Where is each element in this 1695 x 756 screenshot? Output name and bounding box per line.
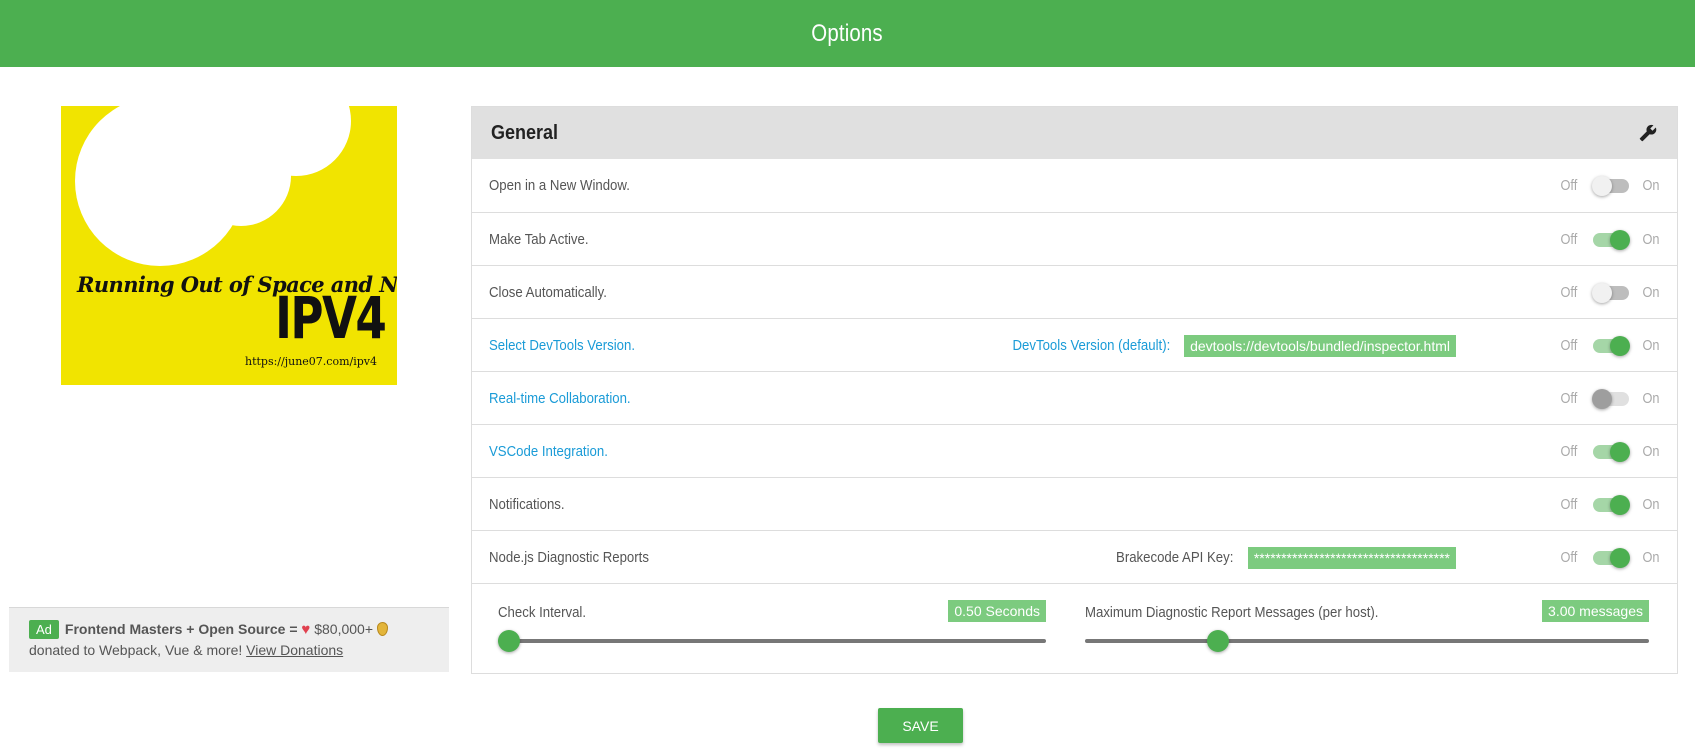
option-row: Node.js Diagnostic Reports Brakecode API … <box>472 530 1677 583</box>
toggle-group: Off On <box>1559 372 1661 425</box>
toggle-group: Off On <box>1559 425 1661 478</box>
page-title: Options <box>811 19 884 47</box>
on-label: On <box>1642 284 1660 301</box>
ad-image[interactable]: Running Out of Space and Need IPV4 https… <box>61 106 397 385</box>
toggle-group: Off On <box>1559 478 1661 531</box>
view-donations-link[interactable]: View Donations <box>246 642 343 658</box>
field-label: Brakecode API Key: <box>1116 549 1234 566</box>
option-row: Close Automatically. Off On <box>472 265 1677 318</box>
toggle-switch[interactable] <box>1591 175 1629 196</box>
off-label: Off <box>1560 231 1578 248</box>
option-row: Select DevTools Version. DevTools Version… <box>472 318 1677 371</box>
ad-amount: $80,000+ <box>314 621 374 637</box>
on-label: On <box>1642 337 1660 354</box>
option-label: Make Tab Active. <box>489 230 589 248</box>
toggle-switch[interactable] <box>1592 494 1630 515</box>
medal-icon <box>376 622 388 636</box>
toggle-group: Off On <box>1559 159 1661 212</box>
toggle-knob[interactable] <box>1609 494 1630 515</box>
option-label[interactable]: Real-time Collaboration. <box>489 390 631 407</box>
toggle-knob[interactable] <box>1591 175 1612 196</box>
on-label: On <box>1642 549 1660 566</box>
off-label: Off <box>1560 177 1578 194</box>
field-value[interactable]: ************************************ <box>1247 546 1456 569</box>
toggle-knob[interactable] <box>1609 229 1630 250</box>
on-label: On <box>1642 390 1660 407</box>
off-label: Off <box>1560 443 1578 460</box>
toggle-switch[interactable] <box>1591 388 1629 409</box>
sliders-row: Check Interval. 0.50 Seconds Maximum Dia… <box>472 583 1677 669</box>
toggle-knob[interactable] <box>1609 335 1630 356</box>
off-label: Off <box>1560 390 1578 407</box>
toggle-switch[interactable] <box>1592 229 1630 250</box>
toggle-group: Off On <box>1559 266 1661 319</box>
on-label: On <box>1642 496 1660 513</box>
save-button[interactable]: SAVE <box>878 708 963 743</box>
ad-banner: Ad Frontend Masters + Open Source = ♥ $80… <box>9 607 449 672</box>
toggle-knob[interactable] <box>1591 388 1612 409</box>
slider-label: Check Interval. <box>498 604 587 621</box>
toggle-switch[interactable] <box>1592 441 1630 462</box>
option-field: DevTools Version (default): devtools://de… <box>991 319 1456 372</box>
option-row: VSCode Integration. Off On <box>472 424 1677 477</box>
toggle-switch[interactable] <box>1592 547 1630 568</box>
option-row: Make Tab Active. Off On <box>472 212 1677 265</box>
ad-rest-text: donated to Webpack, Vue & more! <box>29 642 243 658</box>
option-label: Node.js Diagnostic Reports <box>489 548 649 566</box>
slider-handle[interactable] <box>1206 630 1229 652</box>
off-label: Off <box>1560 549 1578 566</box>
wrench-icon[interactable] <box>1639 124 1657 142</box>
option-row: Real-time Collaboration. Off On <box>472 371 1677 424</box>
toggle-switch[interactable] <box>1591 282 1629 303</box>
panel-header: General <box>472 107 1677 159</box>
toggle-group: Off On <box>1559 213 1661 266</box>
option-label[interactable]: VSCode Integration. <box>489 443 608 460</box>
off-label: Off <box>1560 496 1578 513</box>
option-field: Brakecode API Key: **********************… <box>1100 531 1456 584</box>
field-label[interactable]: DevTools Version (default): <box>1012 337 1170 354</box>
ad-url: https://june07.com/ipv4 <box>244 355 377 368</box>
toggle-knob[interactable] <box>1591 282 1612 303</box>
slider-track[interactable] <box>498 639 1046 643</box>
on-label: On <box>1642 443 1660 460</box>
option-label[interactable]: Select DevTools Version. <box>489 337 635 354</box>
ad-big-text: IPV4 <box>274 284 387 352</box>
slider-value: 0.50 Seconds <box>948 600 1046 622</box>
toggle-knob[interactable] <box>1609 547 1630 568</box>
top-bar: Options <box>0 0 1695 67</box>
slider-handle[interactable] <box>498 630 520 652</box>
on-label: On <box>1642 231 1660 248</box>
option-label: Close Automatically. <box>489 283 607 301</box>
option-label: Open in a New Window. <box>489 177 630 194</box>
slider-track[interactable] <box>1085 639 1649 643</box>
slider-label: Maximum Diagnostic Report Messages (per … <box>1085 604 1379 621</box>
toggle-group: Off On <box>1559 319 1661 372</box>
slider-value: 3.00 messages <box>1542 600 1649 622</box>
on-label: On <box>1642 177 1660 194</box>
ad-strong-text: Frontend Masters + Open Source = <box>64 621 298 637</box>
heart-icon: ♥ <box>301 621 311 638</box>
toggle-knob[interactable] <box>1609 441 1630 462</box>
toggle-switch[interactable] <box>1592 335 1630 356</box>
off-label: Off <box>1560 284 1578 301</box>
general-panel: General Open in a New Window. Off On Make T… <box>471 106 1678 674</box>
off-label: Off <box>1560 337 1578 354</box>
panel-title: General <box>491 121 559 144</box>
field-value[interactable]: devtools://devtools/bundled/inspector.ht… <box>1184 334 1456 357</box>
ad-tag: Ad <box>29 620 59 639</box>
toggle-group: Off On <box>1559 531 1661 584</box>
option-row: Notifications. Off On <box>472 477 1677 530</box>
option-row: Open in a New Window. Off On <box>472 159 1677 212</box>
option-label: Notifications. <box>489 495 565 513</box>
